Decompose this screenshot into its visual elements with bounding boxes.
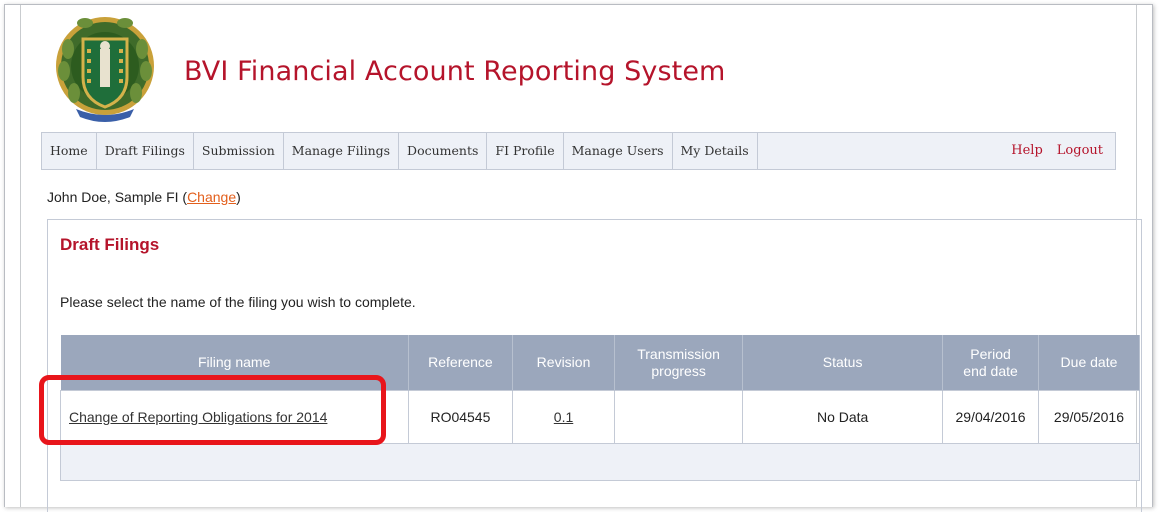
nav-home[interactable]: Home	[42, 133, 97, 169]
transmission-header-line2: progress	[651, 362, 706, 379]
site-title: BVI Financial Account Reporting System	[184, 56, 726, 87]
site-header: BVI Financial Account Reporting System	[21, 5, 1136, 133]
col-header-due-date[interactable]: Due date	[1038, 335, 1141, 391]
nav-documents[interactable]: Documents	[399, 133, 488, 169]
table-header-row: Filing name Reference Revision Transmiss…	[60, 335, 1141, 391]
panel-description: Please select the name of the filing you…	[60, 294, 416, 310]
period-header-line2: end date	[963, 362, 1018, 379]
period-header-line1: Period	[970, 345, 1011, 362]
col-header-period-end-date[interactable]: Period end date	[942, 335, 1039, 391]
bvi-coat-of-arms-icon	[56, 17, 154, 122]
col-header-status[interactable]: Status	[742, 335, 944, 391]
logout-link[interactable]: Logout	[1057, 143, 1103, 158]
table-row: Change of Reporting Obligations for 2014…	[60, 390, 1141, 444]
revision-cell: 0.1	[511, 390, 616, 444]
transmission-header-line1: Transmission	[637, 345, 720, 362]
filing-name-link[interactable]: Change of Reporting Obligations for 2014	[69, 409, 327, 425]
nav-fi-profile[interactable]: FI Profile	[487, 133, 564, 169]
change-user-link[interactable]: Change	[187, 189, 236, 205]
user-name: John Doe, Sample FI (	[47, 189, 188, 205]
filings-table: Filing name Reference Revision Transmiss…	[60, 335, 1141, 481]
due-date-cell: 29/05/2016	[1037, 390, 1141, 444]
col-header-transmission-progress[interactable]: Transmission progress	[614, 335, 744, 391]
user-info-suffix: )	[236, 189, 241, 205]
status-cell: No Data	[742, 390, 944, 444]
revision-link[interactable]: 0.1	[554, 409, 573, 425]
col-header-reference[interactable]: Reference	[408, 335, 514, 391]
period-end-date-cell: 29/04/2016	[942, 390, 1039, 444]
page-container: BVI Financial Account Reporting System H…	[20, 5, 1142, 512]
main-navigation: Home Draft Filings Submission Manage Fil…	[41, 132, 1116, 170]
nav-draft-filings[interactable]: Draft Filings	[97, 133, 194, 169]
nav-utility-links: Help Logout	[997, 133, 1103, 169]
nav-manage-filings[interactable]: Manage Filings	[284, 133, 400, 169]
table-footer-cell	[60, 443, 1140, 481]
help-link[interactable]: Help	[1011, 143, 1043, 158]
panel-title: Draft Filings	[60, 235, 160, 254]
filing-name-cell: Change of Reporting Obligations for 2014	[60, 390, 409, 444]
nav-my-details[interactable]: My Details	[673, 133, 758, 169]
col-header-revision[interactable]: Revision	[512, 335, 616, 391]
col-header-filing-name[interactable]: Filing name	[60, 335, 409, 391]
draft-filings-panel: Draft Filings Please select the name of …	[47, 219, 1142, 512]
nav-manage-users[interactable]: Manage Users	[564, 133, 673, 169]
table-footer-row	[60, 443, 1140, 481]
browser-frame: BVI Financial Account Reporting System H…	[4, 4, 1153, 512]
user-info: John Doe, Sample FI (Change)	[47, 189, 241, 205]
reference-cell: RO04545	[407, 390, 514, 444]
transmission-progress-cell	[614, 390, 744, 444]
nav-submission[interactable]: Submission	[194, 133, 284, 169]
